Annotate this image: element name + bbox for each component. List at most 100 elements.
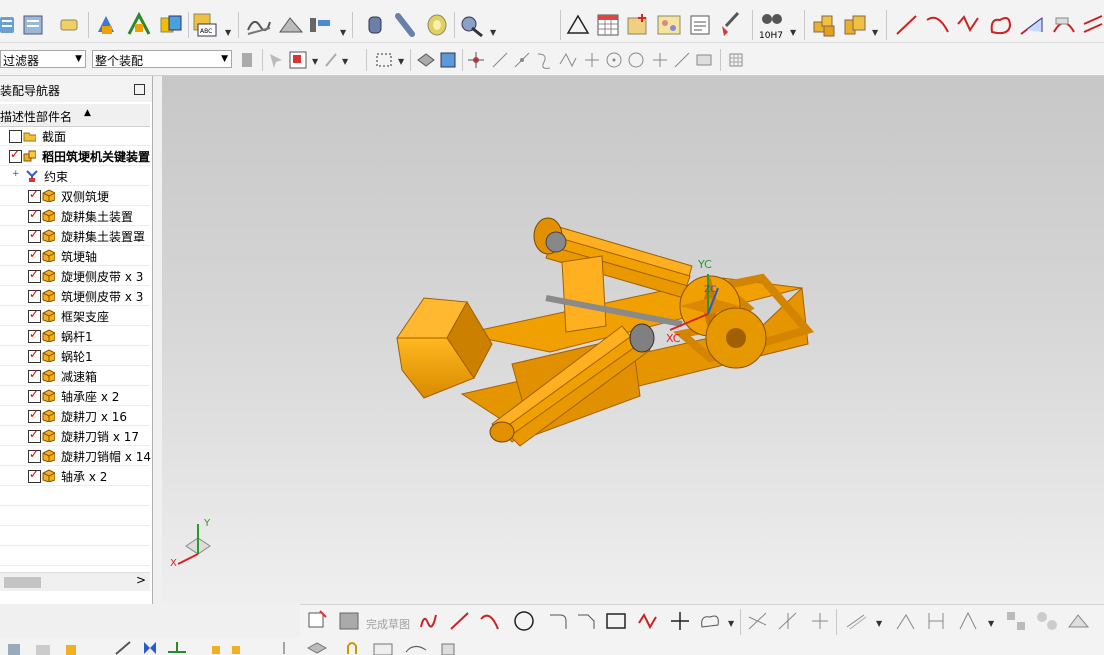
boxes-icon[interactable]: [812, 12, 838, 38]
add-part-to-drawing-icon[interactable]: [626, 12, 652, 38]
snap-center-icon[interactable]: [604, 50, 624, 70]
rectangle-icon[interactable]: [604, 609, 628, 633]
scroll-right-arrow[interactable]: >: [136, 573, 146, 587]
horizontal-scrollbar[interactable]: >: [0, 572, 150, 591]
snap-control-icon[interactable]: [534, 50, 554, 70]
circle-icon[interactable]: [512, 609, 536, 633]
spring-icon[interactable]: [394, 12, 416, 38]
body-icon[interactable]: [306, 640, 328, 655]
bolt-tool-icon[interactable]: [460, 12, 486, 38]
line-icon[interactable]: [894, 12, 920, 38]
tree-node[interactable]: 轴承 x 2: [0, 466, 150, 486]
explode-view-icon[interactable]: ABC: [192, 12, 222, 38]
sketch-arc-icon[interactable]: [478, 609, 502, 633]
visibility-checkbox-checked[interactable]: [28, 327, 41, 343]
display-constraints-icon[interactable]: [1034, 609, 1060, 633]
tree-node[interactable]: 旋耕集土装置罩: [0, 226, 150, 246]
layer-icon[interactable]: [34, 642, 52, 655]
sketch-settings-icon[interactable]: [1066, 609, 1092, 633]
show-hide-constraints-icon[interactable]: [158, 12, 184, 38]
tree-node[interactable]: 旋耕刀 x 16: [0, 406, 150, 426]
tree-node[interactable]: 稻田筑埂机关键装置: [0, 146, 150, 166]
boxes-stack-icon[interactable]: [842, 12, 868, 38]
snap-quadrant-icon[interactable]: [626, 50, 646, 70]
assembly-model[interactable]: XC YC ZC Y X: [162, 76, 1104, 604]
visibility-checkbox[interactable]: [9, 130, 22, 143]
snap-perpendicular-icon[interactable]: [582, 50, 602, 70]
visibility-checkbox-checked[interactable]: [28, 287, 41, 303]
grid-snap-icon[interactable]: [726, 50, 746, 70]
fit-tolerance-icon[interactable]: 10H7: [758, 10, 788, 40]
filter-icon[interactable]: [236, 51, 258, 69]
select-feature-icon[interactable]: [266, 50, 286, 70]
expand-toggle-icon[interactable]: +: [12, 169, 20, 179]
view-layout-icon[interactable]: [656, 12, 684, 38]
component-list-icon[interactable]: [22, 14, 46, 36]
cylinder-icon[interactable]: [366, 14, 384, 36]
thicken-icon[interactable]: [308, 14, 336, 36]
visibility-checkbox-checked[interactable]: [28, 207, 41, 223]
mirror-icon[interactable]: [894, 609, 918, 633]
visibility-checkbox-checked[interactable]: [28, 407, 41, 423]
sweep-icon[interactable]: [278, 14, 304, 36]
snap-existing-point-icon[interactable]: [650, 50, 670, 70]
maximize-icon[interactable]: [134, 84, 145, 95]
rectangle-select-icon[interactable]: [374, 50, 394, 70]
visibility-checkbox-checked[interactable]: [28, 267, 41, 283]
tree-node[interactable]: 筑埂侧皮带 x 3: [0, 286, 150, 306]
tree-node[interactable]: 减速箱: [0, 366, 150, 386]
studio-spline-icon[interactable]: [636, 609, 660, 633]
tree-node[interactable]: 旋耕刀销帽 x 14: [0, 446, 151, 466]
finish-sketch-icon[interactable]: [338, 609, 362, 633]
offset-curve-icon[interactable]: [1018, 12, 1046, 38]
finish-sketch-label[interactable]: 完成草图: [366, 616, 410, 632]
tree-node[interactable]: 旋耕刀销 x 17: [0, 426, 150, 446]
replace-component-icon[interactable]: [440, 640, 466, 655]
move-icon[interactable]: [276, 640, 292, 655]
visibility-checkbox-checked[interactable]: [28, 427, 41, 443]
select-curve-icon[interactable]: [322, 50, 342, 70]
project-curve-icon[interactable]: [1050, 12, 1078, 38]
assembly-layers-icon[interactable]: [0, 14, 16, 36]
visibility-checkbox-checked[interactable]: [28, 367, 41, 383]
scrollbar-thumb[interactable]: [4, 577, 41, 588]
tree-node[interactable]: 轴承座 x 2: [0, 386, 150, 406]
table-icon[interactable]: [596, 12, 622, 38]
surface-icon[interactable]: [246, 14, 272, 36]
clone-icon[interactable]: [372, 640, 398, 655]
view-cube-icon[interactable]: [438, 50, 458, 70]
general-select-icon[interactable]: [288, 50, 310, 70]
assembly-scope-dropdown[interactable]: 整个装配 ▼: [92, 50, 232, 68]
navigator-column-header[interactable]: 描述性部件名 ▲: [0, 104, 150, 127]
visibility-checkbox-checked[interactable]: [28, 387, 41, 403]
tree-node[interactable]: + 约束: [0, 166, 150, 186]
arc-icon[interactable]: [924, 12, 952, 38]
constraint-icon[interactable]: [126, 12, 152, 38]
visibility-checkbox-checked[interactable]: [28, 467, 41, 483]
sketch-icon[interactable]: [306, 609, 330, 633]
snap-endpoint-icon[interactable]: [490, 50, 510, 70]
reposition-icon[interactable]: [114, 640, 134, 655]
visibility-checkbox-checked[interactable]: [28, 187, 41, 203]
array-component-icon[interactable]: [210, 640, 244, 655]
view-shaded-icon[interactable]: [416, 50, 436, 70]
dimension-icon[interactable]: [924, 609, 948, 633]
visibility-checkbox-checked[interactable]: [28, 227, 41, 243]
polygon-icon[interactable]: [698, 609, 722, 633]
quick-trim-icon[interactable]: [746, 609, 770, 633]
tree-node[interactable]: 旋埂侧皮带 x 3: [0, 266, 150, 286]
profile-icon[interactable]: [418, 609, 442, 633]
snap-intersection-icon[interactable]: [558, 50, 578, 70]
part-navigator-icon[interactable]: [6, 642, 22, 655]
visibility-checkbox-checked[interactable]: [28, 247, 41, 263]
make-corner-icon[interactable]: [808, 609, 832, 633]
note-icon[interactable]: [688, 12, 714, 38]
mirror-assembly-icon[interactable]: [140, 640, 160, 655]
sketch-line-icon[interactable]: [448, 609, 472, 633]
tree-node[interactable]: 蜗轮1: [0, 346, 150, 366]
constraint-status-icon[interactable]: [166, 640, 188, 655]
point-icon[interactable]: [668, 609, 692, 633]
snap-on-curve-icon[interactable]: [672, 50, 692, 70]
wave-link-icon[interactable]: [404, 640, 430, 655]
visibility-checkbox-checked[interactable]: [28, 347, 41, 363]
